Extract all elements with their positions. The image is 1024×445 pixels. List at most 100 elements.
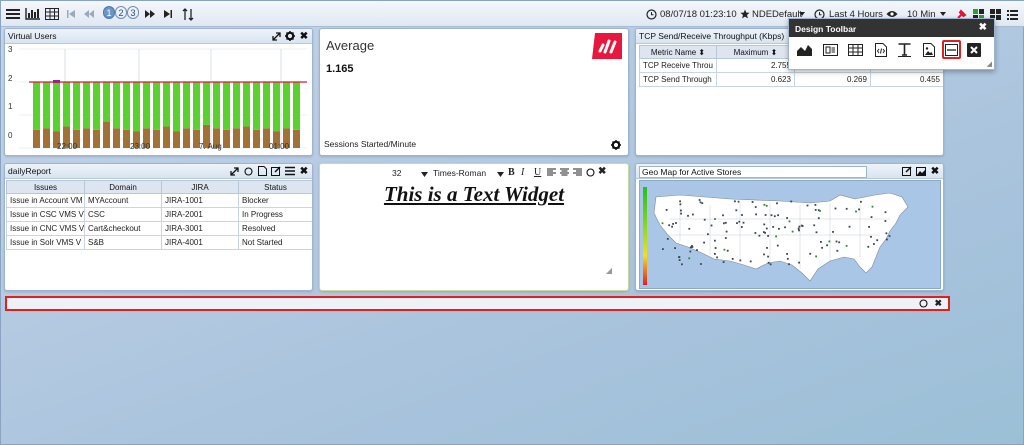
bar-segment[interactable] [43,128,50,148]
close-widget-icon[interactable] [966,42,981,57]
store-marker[interactable] [699,201,702,204]
store-marker[interactable] [763,203,766,206]
store-marker[interactable] [873,243,875,245]
bar-segment[interactable] [123,129,130,148]
sort-arrows-icon[interactable] [182,6,194,22]
table-widget-icon[interactable] [848,42,863,57]
bar-segment[interactable] [273,82,280,132]
store-marker[interactable] [722,214,724,217]
italic-icon[interactable]: I [521,167,524,178]
store-marker[interactable] [845,245,848,247]
store-marker[interactable] [703,218,706,221]
store-marker[interactable] [860,200,862,203]
store-marker[interactable] [765,204,768,207]
store-marker[interactable] [871,205,874,208]
store-marker[interactable] [665,209,668,211]
store-marker[interactable] [723,222,725,225]
store-marker[interactable] [819,210,821,212]
bar-segment[interactable] [93,129,100,148]
bar-segment[interactable] [183,128,190,148]
bar-segment[interactable] [33,129,40,148]
store-marker[interactable] [701,202,704,205]
store-marker[interactable] [731,258,734,260]
store-marker[interactable] [884,211,887,214]
underline-icon[interactable]: U [534,167,541,178]
store-marker[interactable] [886,238,888,241]
store-marker[interactable] [815,231,818,234]
col-issues[interactable]: Issues [6,180,85,194]
bar-segment[interactable] [153,82,160,130]
bar-segment[interactable] [53,82,60,132]
sort-icon[interactable]: ⬍ [698,48,705,57]
first-page-icon[interactable] [66,6,76,22]
gear-icon[interactable] [285,30,295,42]
store-marker[interactable] [855,210,857,213]
col-domain[interactable]: Domain [84,180,162,194]
store-marker[interactable] [696,249,698,251]
col-status[interactable]: Status [238,180,312,194]
image-icon[interactable] [916,165,926,177]
store-marker[interactable] [689,250,692,253]
store-marker[interactable] [778,227,780,230]
store-marker[interactable] [691,245,693,247]
bar-segment[interactable] [113,128,120,148]
store-marker[interactable] [735,209,738,212]
store-marker[interactable] [845,207,848,210]
bar-segment[interactable] [113,82,120,129]
store-marker[interactable] [700,263,702,265]
store-marker[interactable] [722,261,725,263]
close-icon[interactable]: ✖ [930,165,940,177]
store-marker[interactable] [791,230,794,233]
store-marker[interactable] [661,222,664,225]
bar-segment[interactable] [183,82,190,129]
bold-icon[interactable]: B [508,167,515,178]
store-marker[interactable] [784,226,786,229]
store-marker[interactable] [710,224,713,227]
store-marker[interactable] [776,244,779,247]
store-marker[interactable] [662,248,664,250]
font-size-dropdown-icon[interactable] [421,169,428,179]
store-marker[interactable] [820,241,822,243]
store-marker[interactable] [679,200,681,203]
bar-segment[interactable] [243,82,250,127]
store-marker[interactable] [692,213,694,216]
store-marker[interactable] [724,221,727,224]
align-left-icon[interactable] [547,168,556,178]
store-marker[interactable] [707,233,709,236]
align-right-icon[interactable] [573,168,582,178]
expand-icon[interactable] [271,30,281,42]
store-marker[interactable] [763,223,766,226]
store-marker[interactable] [751,201,754,203]
table-row[interactable]: Issue in Solr VMS V S&B JIRA-4001 Not St… [6,235,312,250]
text-widget-icon[interactable] [897,42,912,57]
store-marker[interactable] [678,256,680,259]
store-marker[interactable] [767,255,769,258]
store-marker[interactable] [766,247,768,249]
store-marker[interactable] [876,239,879,242]
close-icon[interactable]: ✖ [934,298,942,309]
store-marker[interactable] [767,235,769,237]
store-marker[interactable] [777,214,779,217]
store-marker[interactable] [809,252,812,255]
store-marker[interactable] [680,212,682,215]
store-marker[interactable] [740,226,743,228]
bar-segment[interactable] [223,129,230,148]
store-marker[interactable] [749,260,752,263]
page-3-button[interactable]: 3 [127,6,139,19]
store-marker[interactable] [770,214,773,217]
store-marker[interactable] [797,227,800,230]
design-toolbar-close-icon[interactable]: ✖ [979,22,987,33]
bar-segment[interactable] [163,82,170,127]
store-marker[interactable] [688,257,691,260]
store-marker[interactable] [754,232,757,234]
bar-segment[interactable] [263,82,270,129]
bar-segment[interactable] [153,129,160,148]
store-marker[interactable] [828,240,831,243]
page-2-button[interactable]: 2 [115,6,127,19]
store-marker[interactable] [668,224,671,227]
image-file-icon[interactable] [921,42,936,57]
align-center-icon[interactable] [560,168,569,178]
separator-widget-icon[interactable] [942,40,961,59]
store-marker[interactable] [815,255,817,258]
bar-segment[interactable] [103,82,110,122]
